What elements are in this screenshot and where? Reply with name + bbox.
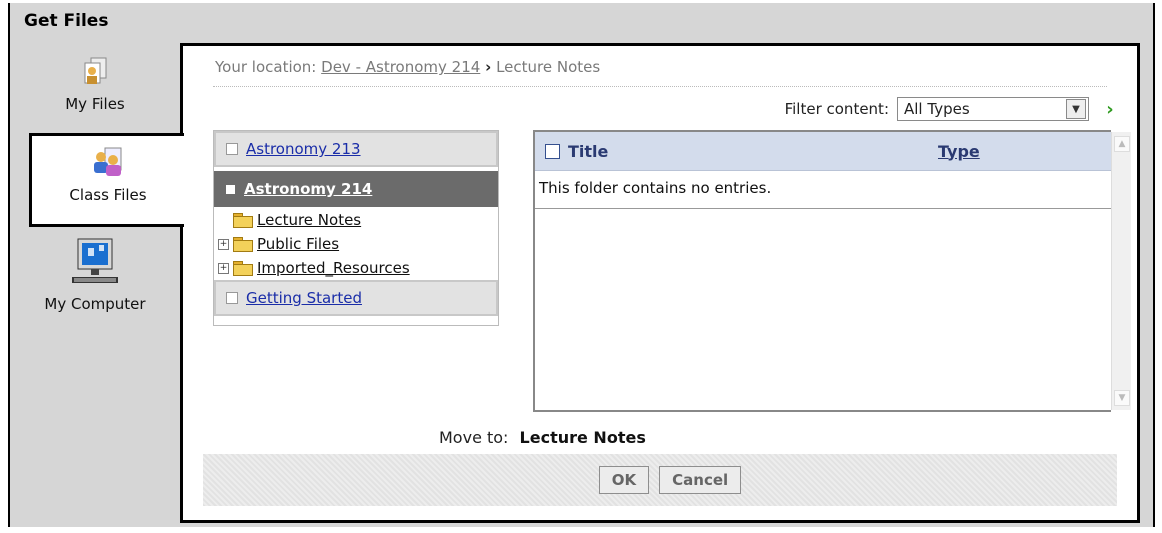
folder-icon <box>233 237 253 252</box>
breadcrumb-separator: › <box>485 58 492 76</box>
breadcrumb-link-astronomy-214[interactable]: Dev - Astronomy 214 <box>321 58 480 76</box>
cancel-button[interactable]: Cancel <box>659 466 742 494</box>
ok-button[interactable]: OK <box>598 466 650 494</box>
filter-label: Filter content: <box>784 100 889 118</box>
move-to-target: Lecture Notes <box>519 428 646 447</box>
move-to-line: Move to: Lecture Notes <box>439 428 646 447</box>
location-prefix: Your location: <box>215 58 317 76</box>
column-title-header[interactable]: Title <box>568 142 938 161</box>
chevron-down-icon[interactable]: ▼ <box>1066 99 1086 119</box>
tab-class-files-label: Class Files <box>69 186 147 204</box>
main-panel: Your location: Dev - Astronomy 214 › Lec… <box>180 43 1140 523</box>
expand-plus-icon[interactable]: + <box>218 238 229 250</box>
tree-folder-label[interactable]: Public Files <box>257 235 339 253</box>
dialog-title: Get Files <box>24 11 109 31</box>
scroll-down-icon[interactable]: ▼ <box>1114 390 1130 406</box>
breadcrumb: Your location: Dev - Astronomy 214 › Lec… <box>215 58 600 76</box>
tree-folder-label[interactable]: Imported_Resources <box>257 259 410 277</box>
my-computer-icon <box>72 238 118 283</box>
tree-folder-imported-resources[interactable]: + Imported_Resources <box>214 256 498 280</box>
folder-open-icon <box>233 212 253 228</box>
tab-class-files[interactable]: Class Files <box>29 133 184 227</box>
tree-course-getting-started[interactable]: Getting Started <box>214 280 498 316</box>
empty-folder-message: This folder contains no entries. <box>535 171 1111 209</box>
course-tree: Astronomy 213 Astronomy 214 Lecture Note… <box>213 130 499 326</box>
tab-my-computer-label: My Computer <box>44 295 146 313</box>
my-files-icon <box>84 57 107 84</box>
tree-folder-lecture-notes[interactable]: Lecture Notes <box>214 207 498 232</box>
tree-course-astronomy-213[interactable]: Astronomy 213 <box>214 131 498 167</box>
button-bar: OK Cancel <box>203 454 1117 506</box>
tree-folder-label[interactable]: Lecture Notes <box>257 211 361 229</box>
get-files-dialog: Get Files My Files Class Files My Comput… <box>8 3 1155 527</box>
tree-course-label[interactable]: Getting Started <box>246 289 362 307</box>
expand-plus-icon[interactable]: + <box>218 262 229 274</box>
column-type-header[interactable]: Type <box>938 142 980 161</box>
filter-content: Filter content: All Types ▼ › <box>785 97 1121 121</box>
filter-selected-value: All Types <box>904 100 970 118</box>
folder-icon <box>233 261 253 276</box>
move-to-label: Move to: <box>439 428 509 447</box>
collapsed-node-icon <box>226 292 238 304</box>
tree-course-label[interactable]: Astronomy 213 <box>246 140 361 158</box>
filter-type-select[interactable]: All Types ▼ <box>897 97 1089 121</box>
tree-folder-public-files[interactable]: + Public Files <box>214 232 498 256</box>
class-files-icon <box>94 147 122 176</box>
tree-course-label[interactable]: Astronomy 214 <box>244 180 372 198</box>
tree-course-astronomy-214[interactable]: Astronomy 214 <box>214 171 498 207</box>
go-arrow-icon[interactable]: › <box>1099 98 1121 120</box>
scroll-up-icon[interactable]: ▲ <box>1114 136 1130 152</box>
file-list-scrollbar[interactable]: ▲ ▼ <box>1111 132 1131 410</box>
divider <box>213 86 1107 87</box>
tab-my-files-label: My Files <box>65 95 125 113</box>
file-list: Title Type This folder contains no entri… <box>533 130 1131 412</box>
tab-my-files[interactable]: My Files <box>10 55 180 135</box>
file-list-header: Title Type <box>535 132 1111 171</box>
expanded-node-icon <box>226 184 235 194</box>
tab-my-computer[interactable]: My Computer <box>10 235 180 315</box>
select-all-checkbox[interactable] <box>545 143 560 159</box>
collapsed-node-icon <box>226 143 238 155</box>
breadcrumb-current: Lecture Notes <box>496 58 601 76</box>
